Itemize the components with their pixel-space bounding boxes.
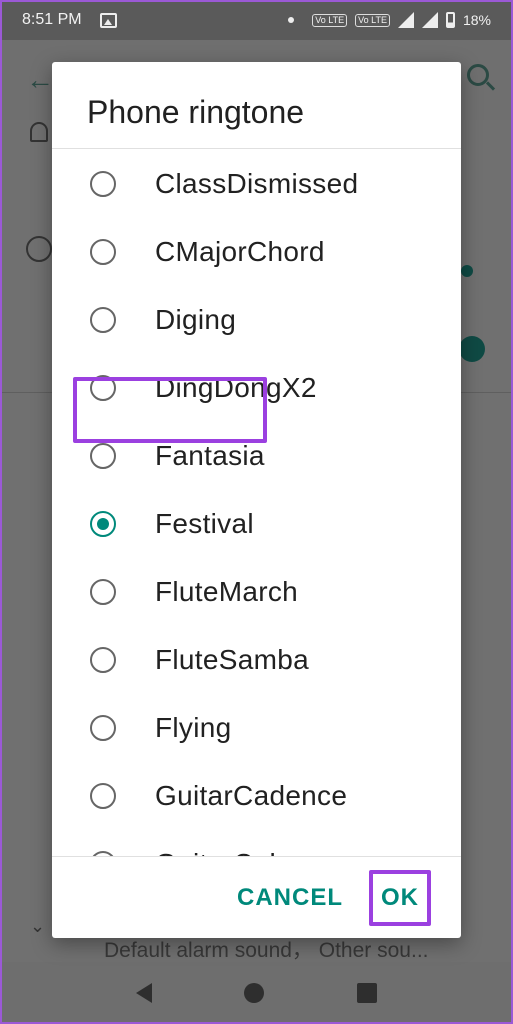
ringtone-label: GuitarCadence [155,780,348,811]
ringtone-label: Diging [155,304,237,335]
volte-icon-1: Vo LTE [312,13,348,27]
ringtone-label: CMajorChord [155,236,325,267]
ringtone-option[interactable]: CMajorChord [52,218,461,286]
ringtone-option[interactable]: FluteMarch [52,558,461,626]
nav-back-icon[interactable] [136,983,153,1003]
dialog-divider-top [52,148,461,149]
background-subtitle: Default alarm sound， Other sou... [104,939,429,962]
status-time: 8:51 PM [22,11,82,28]
status-bar: 8:51 PM Vo LTE Vo LTE 18% [0,0,513,40]
ringtone-option[interactable]: FluteSamba [52,626,461,694]
ringtone-option[interactable]: ClassDismissed [52,150,461,218]
signal-icon-1 [397,12,414,28]
dialog-title: Phone ringtone [87,94,305,130]
battery-icon [445,12,455,28]
bell-icon [30,122,48,142]
ringtone-label: Flying [155,712,232,743]
search-icon [467,64,489,86]
gallery-icon [99,12,117,28]
highlight-annotation [73,377,267,443]
radio-button[interactable] [90,715,116,741]
ringtone-label: FluteMarch [155,576,299,607]
nav-home-icon[interactable] [244,983,265,1003]
navigation-bar [0,962,513,1024]
ringtone-label: FluteSamba [155,644,309,675]
radio-button[interactable] [90,171,116,197]
notification-dot-icon [288,17,295,23]
back-arrow-icon: ← [26,64,54,95]
status-icons: Vo LTE Vo LTE 18% [288,12,491,28]
toggle-small-icon [461,265,473,277]
ringtone-option[interactable]: GuitarCadence [52,762,461,830]
radio-button[interactable] [90,443,116,469]
radio-button[interactable] [90,239,116,265]
ringtone-dialog: Phone ringtone ClassDismissed CMajorChor… [52,62,461,938]
signal-icon-2 [421,12,438,28]
ringtone-label: GuitarCab [155,848,285,856]
radio-button[interactable] [90,579,116,605]
ringtone-label: ClassDismissed [155,168,359,199]
volte-icon-2: Vo LTE [355,13,390,27]
chevron-down-icon: ⌄ [30,916,46,936]
ringtone-option[interactable]: Diging [52,286,461,354]
radio-button-checked[interactable] [90,511,116,537]
toggle-large-icon [459,336,485,362]
ringtone-option[interactable]: Festival [52,490,461,558]
ok-button[interactable]: OK [369,870,431,926]
ringtone-label: Fantasia [155,440,265,471]
radio-button[interactable] [90,647,116,673]
nav-recents-icon[interactable] [356,983,377,1003]
ringtone-list[interactable]: ClassDismissed CMajorChord Diging DingDo… [52,150,461,856]
cancel-button[interactable]: CANCEL [237,884,343,912]
radio-button[interactable] [90,783,116,809]
ringtone-option[interactable]: Flying [52,694,461,762]
dialog-divider-bottom [52,856,461,857]
battery-percent: 18% [462,12,491,28]
radio-button[interactable] [90,307,116,333]
ringtone-label: Festival [155,508,254,539]
ringtone-option[interactable]: GuitarCab [52,830,461,856]
alarm-icon [26,236,52,262]
